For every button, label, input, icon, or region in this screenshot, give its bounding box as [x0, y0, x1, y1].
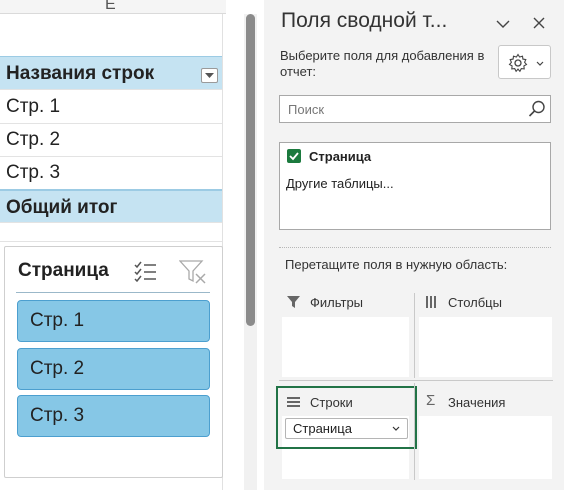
spreadsheet-area: E Названия строк Стр. 1 Стр. 2 Стр. 3 Об…: [0, 0, 234, 490]
gear-icon: [508, 53, 528, 73]
search-input[interactable]: [280, 96, 520, 122]
instruction-text: Выберите поля для добавления в отчет:: [280, 48, 485, 79]
area-splitter: [414, 383, 415, 480]
columns-area-header: Столбцы: [420, 292, 550, 314]
column-letter: E: [105, 0, 116, 13]
other-tables-link[interactable]: Другие таблицы...: [286, 176, 394, 191]
pivot-grand-total-row[interactable]: Общий итог: [0, 189, 222, 223]
columns-icon: [426, 296, 436, 308]
filters-area-header: Фильтры: [282, 292, 412, 314]
checkmark-icon: [289, 152, 299, 161]
clear-filter-icon[interactable]: [178, 260, 207, 289]
slicer-title: Страница: [18, 260, 109, 281]
filter-icon: [287, 296, 300, 308]
rows-area-highlight: [276, 386, 417, 449]
column-header-e[interactable]: E: [0, 0, 226, 14]
grand-total-label: Общий итог: [6, 197, 118, 218]
field-list[interactable]: Страница Другие таблицы...: [279, 142, 551, 230]
vertical-scrollbar[interactable]: [244, 14, 257, 490]
tools-button[interactable]: [498, 45, 551, 79]
pivot-row-labels-header[interactable]: Названия строк: [0, 56, 222, 90]
slicer-item[interactable]: Стр. 1: [17, 300, 210, 342]
values-area-header: Σ Значения: [420, 392, 550, 414]
field-name[interactable]: Страница: [309, 149, 371, 164]
columns-drop-zone[interactable]: [419, 317, 552, 377]
area-divider: [279, 380, 553, 381]
filters-drop-zone[interactable]: [282, 317, 409, 377]
slicer-item[interactable]: Стр. 2: [17, 348, 210, 390]
field-checkbox[interactable]: [287, 149, 301, 163]
drag-fields-label: Перетащите поля в нужную область:: [285, 257, 508, 272]
scrollbar-thumb[interactable]: [246, 14, 255, 326]
pivot-row-label: Стр. 2: [6, 129, 61, 150]
values-area-label: Значения: [448, 395, 506, 410]
filters-area-label: Фильтры: [310, 295, 364, 310]
pivot-row[interactable]: Стр. 2: [0, 123, 222, 157]
row-filter-dropdown-button[interactable]: [201, 68, 218, 83]
chevron-down-icon[interactable]: [496, 16, 510, 34]
pivot-row-label: Стр. 3: [6, 162, 61, 183]
pivot-fields-panel: Поля сводной т... Выберите поля для доба…: [264, 0, 564, 490]
search-icon[interactable]: [528, 100, 546, 118]
chevron-down-icon: [536, 61, 544, 66]
pivot-row[interactable]: Стр. 3: [0, 156, 222, 190]
sigma-icon: Σ: [426, 392, 436, 409]
panel-title: Поля сводной т...: [281, 9, 448, 32]
columns-area-label: Столбцы: [448, 295, 502, 310]
pivot-row-label: Стр. 1: [6, 96, 61, 117]
multiselect-icon[interactable]: [133, 260, 157, 287]
pivot-header-label: Названия строк: [6, 63, 155, 84]
divider: [279, 247, 551, 248]
chevron-down-icon: [205, 73, 214, 78]
slicer-separator: [16, 292, 210, 293]
close-icon[interactable]: [533, 16, 545, 34]
slicer[interactable]: Страница Стр. 1 Стр. 2 Стр. 3: [4, 246, 223, 478]
area-splitter: [414, 293, 415, 378]
pivot-row[interactable]: Стр. 1: [0, 90, 222, 124]
slicer-item[interactable]: Стр. 3: [17, 395, 210, 437]
empty-row[interactable]: [0, 224, 222, 242]
field-search-box[interactable]: [279, 95, 551, 123]
values-drop-zone[interactable]: [419, 416, 552, 479]
